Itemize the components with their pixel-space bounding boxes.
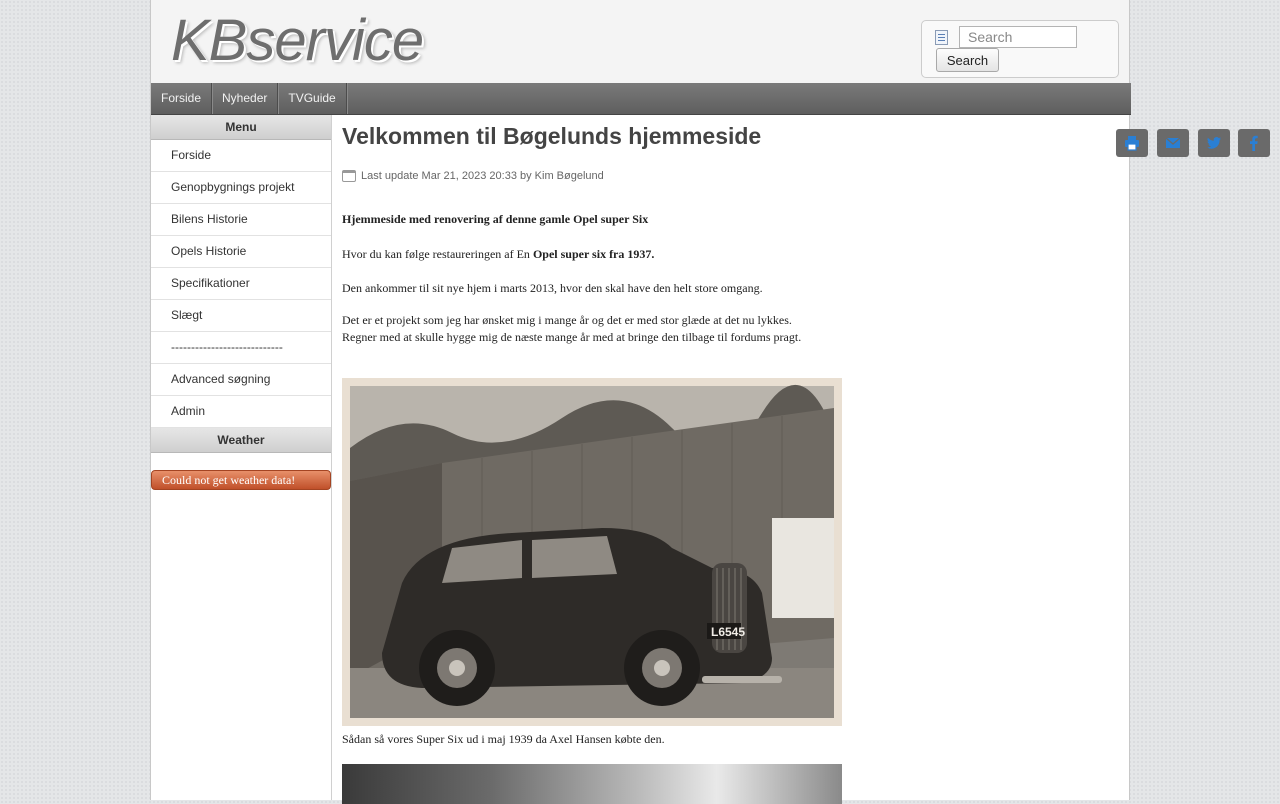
main-navbar: Forside Nyheder TVGuide <box>151 83 1131 115</box>
email-button[interactable] <box>1157 129 1189 157</box>
nav-item-tvguide[interactable]: TVGuide <box>278 83 347 114</box>
workshop-photo <box>342 764 842 804</box>
arrival-paragraph: Den ankommer til sit nye hjem i marts 20… <box>342 281 763 295</box>
site-logo[interactable]: KBservice <box>171 6 424 76</box>
search-module: Search <box>921 20 1119 78</box>
article-body: Hjemmeside med renovering af denne gamle… <box>342 211 862 346</box>
menu-item-specifikationer[interactable]: Specifikationer <box>151 268 331 300</box>
facebook-icon <box>1250 135 1258 151</box>
article-meta: Last update Mar 21, 2023 20:33 by Kim Bø… <box>342 170 604 183</box>
menu-item-genopbygnings-projekt[interactable]: Genopbygnings projekt <box>151 172 331 204</box>
intro-heading: Hjemmeside med renovering af denne gamle… <box>342 212 649 226</box>
search-button[interactable]: Search <box>936 48 999 72</box>
nav-item-nyheder[interactable]: Nyheder <box>212 83 279 114</box>
project-paragraph-line-2: Regner med at skulle hygge mig de næste … <box>342 330 802 344</box>
page-title: Velkommen til Bøgelunds hjemmeside <box>342 123 762 149</box>
envelope-icon <box>1165 137 1181 148</box>
menu-item-forside[interactable]: Forside <box>151 140 331 172</box>
menu-item-slaegt[interactable]: Slægt <box>151 300 331 332</box>
project-paragraph-line-1: Det er et projekt som jeg har ønsket mig… <box>342 313 792 327</box>
nav-item-forside[interactable]: Forside <box>151 83 213 114</box>
menu-header: Menu <box>151 115 331 140</box>
twitter-button[interactable] <box>1198 129 1230 157</box>
menu-item-admin[interactable]: Admin <box>151 396 331 428</box>
follow-bold-text: Opel super six fra 1937. <box>532 247 655 261</box>
document-icon <box>935 30 948 45</box>
site-header: KBservice Search <box>151 0 1129 84</box>
last-update-text: Last update Mar 21, 2023 20:33 by Kim Bø… <box>361 170 604 182</box>
vintage-car-photo: L6545 <box>342 378 842 726</box>
menu-item-bilens-historie[interactable]: Bilens Historie <box>151 204 331 236</box>
print-button[interactable] <box>1116 129 1148 157</box>
menu-item-opels-historie[interactable]: Opels Historie <box>151 236 331 268</box>
print-icon <box>1125 136 1139 151</box>
menu-item-separator[interactable]: ---------------------------- <box>151 332 331 364</box>
photo-caption: Sådan så vores Super Six ud i maj 1939 d… <box>342 732 665 746</box>
car-illustration: L6545 <box>350 384 834 718</box>
weather-header: Weather <box>151 428 331 453</box>
follow-paragraph: Hvor du kan følge restaureringen af En O… <box>342 246 862 263</box>
facebook-button[interactable] <box>1238 129 1270 157</box>
search-input[interactable] <box>959 26 1077 48</box>
calendar-icon <box>342 170 356 183</box>
page-container: KBservice Search Forside Nyheder TVGuide… <box>150 0 1270 804</box>
sidebar: Menu Forside Genopbygnings projekt Bilen… <box>151 115 332 800</box>
weather-error-message: Could not get weather data! <box>151 470 331 490</box>
license-plate-text: L6545 <box>711 625 745 639</box>
follow-text: Hvor du kan følge restaureringen af En <box>342 247 533 261</box>
menu-item-advanced-search[interactable]: Advanced søgning <box>151 364 331 396</box>
twitter-icon <box>1207 137 1221 149</box>
